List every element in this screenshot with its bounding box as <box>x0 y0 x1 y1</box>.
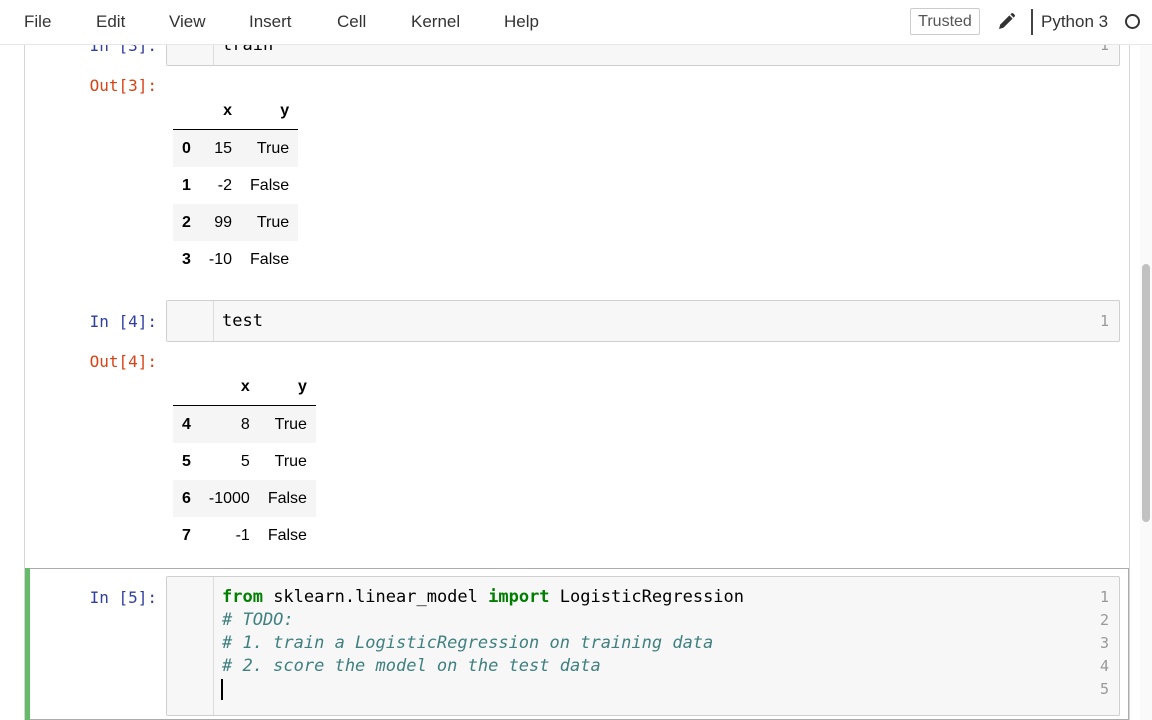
cell-x: -10 <box>208 250 233 268</box>
text-cursor <box>221 679 223 700</box>
menu-cell[interactable]: Cell <box>337 11 366 33</box>
menu-help[interactable]: Help <box>504 11 539 33</box>
column-header-y: y <box>258 368 316 406</box>
index-header <box>173 368 200 406</box>
code-input-4[interactable]: 1 test <box>166 300 1120 342</box>
table-row: 7 -1 False <box>173 517 316 554</box>
cell-y: True <box>274 415 307 433</box>
code-comment: # 2. score the model on the test data <box>222 656 601 676</box>
cell-x: 15 <box>214 139 233 157</box>
pencil-icon[interactable] <box>996 12 1016 32</box>
kernel-divider <box>1031 9 1033 35</box>
row-index: 3 <box>182 250 191 268</box>
code-comment: # 1. train a LogisticRegression on train… <box>222 633 714 653</box>
row-index: 5 <box>182 452 191 470</box>
in-prompt-5: In [5]: <box>89 588 157 607</box>
cell-x: 99 <box>214 213 233 231</box>
code-text: sklearn.linear_model <box>262 587 489 607</box>
out-prompt-4: Out[4]: <box>89 352 157 371</box>
cell-x: -1000 <box>208 489 250 507</box>
code-input-3[interactable]: 1 train <box>166 44 1120 66</box>
cell-y: True <box>256 213 290 231</box>
scrollbar-thumb[interactable] <box>1142 264 1150 522</box>
table-row: 0 15 True <box>173 129 299 167</box>
line-number: 1 <box>1099 44 1109 54</box>
line-number: 1 <box>1099 312 1109 330</box>
in-prompt-4: In [4]: <box>89 312 157 331</box>
table-row: 5 5 True <box>173 443 316 480</box>
kernel-idle-circle-icon <box>1125 14 1140 29</box>
code-text: LogisticRegression <box>549 587 745 607</box>
kernel-name: Python 3 <box>1041 12 1109 31</box>
notebook-container: In [3]: 1 train Out[3]: x y 0 15 True 1 … <box>24 44 1130 720</box>
cell-y: True <box>256 139 290 157</box>
column-header-y: y <box>241 92 299 130</box>
menubar: File Edit View Insert Cell Kernel Help T… <box>0 0 1152 45</box>
row-index: 1 <box>182 176 191 194</box>
out-prompt-3: Out[3]: <box>89 76 157 95</box>
line-number: 3 <box>1099 634 1109 652</box>
table-row: 2 99 True <box>173 204 299 241</box>
row-index: 6 <box>182 489 191 507</box>
cell-x: 5 <box>240 452 250 470</box>
line-number: 1 <box>1099 588 1109 606</box>
code-line: train <box>222 44 274 55</box>
column-header-x: x <box>199 92 242 130</box>
line-number: 4 <box>1099 657 1109 675</box>
line-gutter <box>167 577 214 715</box>
code-line: from sklearn.linear_model import Logisti… <box>222 586 744 609</box>
menu-insert[interactable]: Insert <box>249 11 292 33</box>
cell-x: -1 <box>235 526 250 544</box>
cell-x: 8 <box>240 415 250 433</box>
cell-y: False <box>250 176 290 194</box>
cell-y: False <box>267 526 307 544</box>
row-index: 4 <box>182 415 191 433</box>
line-number: 2 <box>1099 611 1109 629</box>
keyword-import: import <box>488 587 550 607</box>
code-comment: # TODO: <box>222 610 294 630</box>
line-gutter <box>167 44 214 65</box>
menu-view[interactable]: View <box>169 11 206 33</box>
code-line: test <box>222 311 263 331</box>
row-index: 2 <box>182 213 191 231</box>
dataframe-test: x y 4 8 True 5 5 True 6 -1000 False 7 -1… <box>173 368 316 554</box>
menu-file[interactable]: File <box>24 11 51 33</box>
line-gutter <box>167 301 214 341</box>
table-row: 3 -10 False <box>173 241 298 278</box>
cell-y: False <box>267 489 307 507</box>
row-index: 0 <box>182 139 191 157</box>
table-header-row: x y <box>173 92 299 130</box>
table-header-row: x y <box>173 368 316 406</box>
keyword-from: from <box>222 587 263 607</box>
menu-kernel[interactable]: Kernel <box>411 11 460 33</box>
code-input-5[interactable]: 1 2 3 4 5 from sklearn.linear_model impo… <box>166 576 1120 716</box>
cell-x: -2 <box>217 176 233 194</box>
cell-y: True <box>274 452 307 470</box>
cell-y: False <box>250 250 290 268</box>
menu-edit[interactable]: Edit <box>96 11 125 33</box>
index-header <box>173 92 200 130</box>
table-row: 6 -1000 False <box>173 480 316 517</box>
column-header-x: x <box>199 368 259 406</box>
trusted-badge[interactable]: Trusted <box>910 8 980 35</box>
dataframe-train: x y 0 15 True 1 -2 False 2 99 True 3 -10… <box>173 92 299 278</box>
table-row: 1 -2 False <box>173 167 298 204</box>
row-index: 7 <box>182 526 191 544</box>
table-row: 4 8 True <box>173 405 316 443</box>
line-number: 5 <box>1099 680 1109 698</box>
in-prompt-3: In [3]: <box>89 44 157 55</box>
